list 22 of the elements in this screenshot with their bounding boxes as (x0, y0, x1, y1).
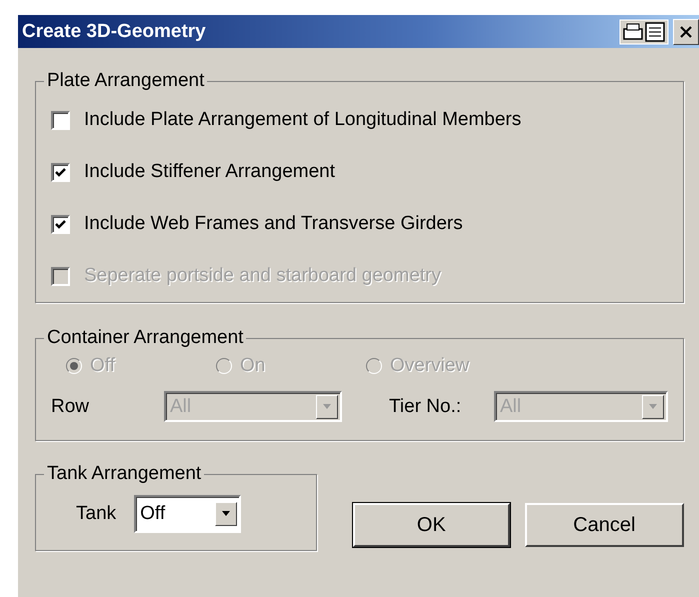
checkbox-label: Include Stiffener Arrangement (84, 161, 336, 183)
field-label: Tank (76, 503, 116, 525)
check-icon (54, 218, 67, 230)
dropdown-value: Off (140, 503, 166, 525)
checkbox[interactable] (51, 214, 70, 234)
ok-button[interactable]: OK (353, 503, 510, 547)
check-icon (54, 166, 67, 178)
field-label: Row (51, 396, 90, 418)
group-title: Plate Arrangement (46, 70, 206, 92)
tank-dropdown[interactable]: Off (134, 495, 242, 533)
close-button[interactable] (673, 18, 699, 44)
group-title: Tank Arrangement (46, 463, 202, 485)
checkbox[interactable] (51, 162, 70, 182)
checkbox-label: Include Plate Arrangement of Longitudinal Members (84, 109, 522, 131)
close-icon (679, 24, 693, 38)
window-title: Create 3D-Geometry (22, 20, 207, 42)
printer-icon[interactable] (619, 18, 669, 44)
field-label: Tier No.: (389, 396, 462, 418)
cancel-button[interactable]: Cancel (524, 503, 684, 547)
checkbox-label: Include Web Frames and Transverse Girders (84, 213, 463, 235)
group-title: Container Arrangement (46, 327, 244, 349)
checkbox[interactable] (51, 110, 70, 130)
